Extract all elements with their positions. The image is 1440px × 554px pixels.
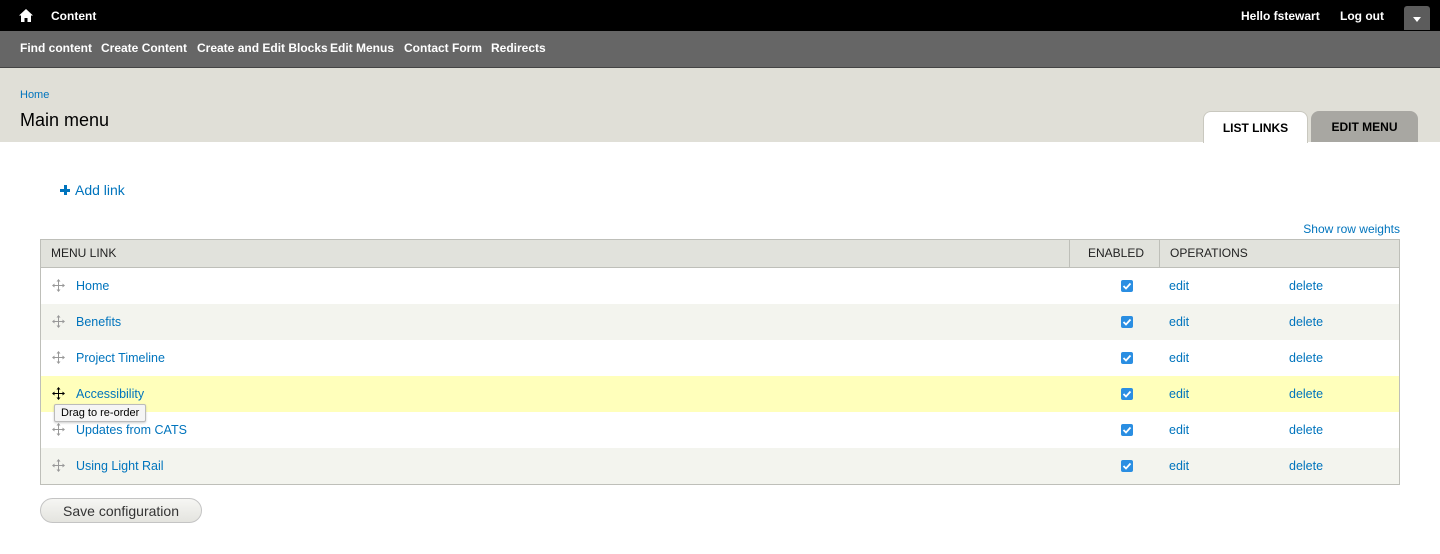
tab-edit-menu[interactable]: EDIT MENU [1311, 111, 1418, 142]
checkmark-icon [1122, 426, 1132, 434]
drag-handle-icon[interactable] [52, 423, 65, 436]
delete-link[interactable]: delete [1289, 459, 1323, 473]
breadcrumb-home[interactable]: Home [20, 89, 49, 101]
edit-link[interactable]: edit [1169, 351, 1189, 365]
checkmark-icon [1122, 282, 1132, 290]
column-divider [1159, 240, 1160, 267]
checkmark-icon [1122, 318, 1132, 326]
menu-link-using-light-rail[interactable]: Using Light Rail [76, 459, 164, 473]
table-header: MENU LINK ENABLED OPERATIONS [41, 240, 1399, 268]
delete-link[interactable]: delete [1289, 279, 1323, 293]
drag-handle-icon[interactable] [52, 315, 65, 328]
toolbar-title[interactable]: Content [51, 9, 96, 23]
drag-handle-icon[interactable] [52, 459, 65, 472]
edit-link[interactable]: edit [1169, 459, 1189, 473]
plus-icon [60, 185, 70, 195]
table-row: Home edit delete [41, 268, 1399, 304]
chevron-down-icon [1413, 17, 1421, 22]
header-operations: OPERATIONS [1170, 246, 1248, 260]
shortcut-redirects[interactable]: Redirects [491, 41, 546, 55]
save-configuration-button[interactable]: Save configuration [40, 498, 202, 523]
admin-toolbar: Content Hello fstewart Log out [0, 0, 1440, 31]
menu-link-benefits[interactable]: Benefits [76, 315, 121, 329]
menu-link-home[interactable]: Home [76, 279, 109, 293]
table-row: Using Light Rail edit delete [41, 448, 1399, 484]
delete-link[interactable]: delete [1289, 315, 1323, 329]
table-row: Updates from CATS edit delete [41, 412, 1399, 448]
table-row-dragging: Accessibility edit delete [41, 376, 1399, 412]
enabled-checkbox[interactable] [1121, 316, 1133, 328]
add-link-button[interactable]: Add link [60, 182, 125, 198]
checkmark-icon [1122, 390, 1132, 398]
table-row: Project Timeline edit delete [41, 340, 1399, 376]
shortcut-create-content[interactable]: Create Content [101, 41, 187, 55]
delete-link[interactable]: delete [1289, 387, 1323, 401]
enabled-checkbox[interactable] [1121, 388, 1133, 400]
delete-link[interactable]: delete [1289, 423, 1323, 437]
column-divider [1069, 240, 1070, 267]
drag-handle-icon[interactable] [52, 387, 65, 400]
shortcut-find-content[interactable]: Find content [20, 41, 92, 55]
shortcuts-bar: Find content Create Content Create and E… [0, 31, 1440, 68]
header-enabled: ENABLED [1088, 246, 1145, 260]
enabled-checkbox[interactable] [1121, 424, 1133, 436]
menu-links-table: MENU LINK ENABLED OPERATIONS Home edit d… [40, 239, 1400, 485]
checkmark-icon [1122, 354, 1132, 362]
checkmark-icon [1122, 462, 1132, 470]
page-header: Home Main menu LIST LINKS EDIT MENU [0, 68, 1440, 143]
shortcut-contact-form[interactable]: Contact Form [404, 41, 482, 55]
page-title: Main menu [20, 110, 110, 130]
drag-tooltip: Drag to re-order [54, 404, 147, 422]
header-menu-link: MENU LINK [51, 246, 117, 260]
enabled-checkbox[interactable] [1121, 280, 1133, 292]
table-row: Benefits edit delete [41, 304, 1399, 340]
user-greeting[interactable]: Hello fstewart [1241, 9, 1320, 23]
logout-link[interactable]: Log out [1340, 9, 1384, 23]
enabled-checkbox[interactable] [1121, 352, 1133, 364]
edit-link[interactable]: edit [1169, 315, 1189, 329]
toolbar-drawer-toggle[interactable] [1404, 6, 1430, 30]
delete-link[interactable]: delete [1289, 351, 1323, 365]
add-link-label: Add link [75, 182, 125, 198]
shortcut-edit-menus[interactable]: Edit Menus [330, 41, 394, 55]
enabled-checkbox[interactable] [1121, 460, 1133, 472]
show-row-weights-link[interactable]: Show row weights [1303, 222, 1400, 236]
home-icon[interactable] [19, 9, 33, 22]
drag-handle-icon[interactable] [52, 351, 65, 364]
edit-link[interactable]: edit [1169, 279, 1189, 293]
shortcut-create-edit-blocks[interactable]: Create and Edit Blocks [197, 41, 328, 55]
menu-link-accessibility[interactable]: Accessibility [76, 387, 144, 401]
tab-list-links[interactable]: LIST LINKS [1203, 111, 1308, 143]
edit-link[interactable]: edit [1169, 423, 1189, 437]
edit-link[interactable]: edit [1169, 387, 1189, 401]
menu-link-project-timeline[interactable]: Project Timeline [76, 351, 165, 365]
drag-handle-icon[interactable] [52, 279, 65, 292]
menu-link-updates-from-cats[interactable]: Updates from CATS [76, 423, 187, 437]
